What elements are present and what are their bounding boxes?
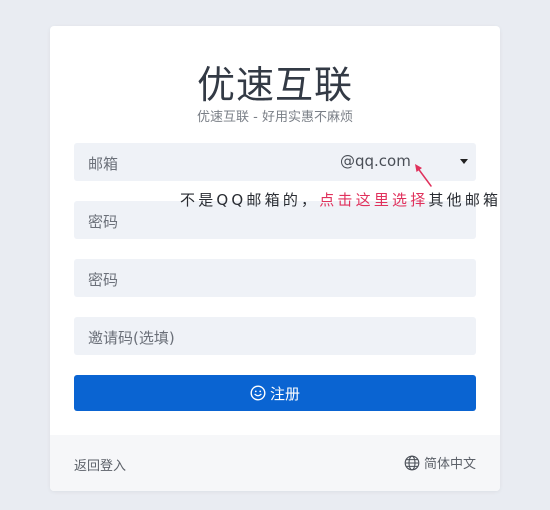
invite-code-placeholder: 邀请码(选填) (88, 329, 175, 347)
invite-code-field[interactable]: 邀请码(选填) (74, 317, 476, 355)
globe-icon (404, 455, 420, 471)
email-suffix-select[interactable]: @qq.com (340, 152, 411, 170)
language-label: 简体中文 (423, 457, 476, 472)
card-footer: 返回登入 简体中文 (50, 435, 500, 491)
register-button[interactable]: 注册 (74, 375, 476, 411)
choose-other-email-link[interactable]: 点击这里选择 (319, 191, 428, 209)
back-to-login-link[interactable]: 返回登入 (74, 455, 126, 474)
password-placeholder: 密码 (88, 213, 119, 231)
confirm-password-field[interactable]: 密码 (74, 259, 476, 297)
hint-arrow-icon (415, 164, 432, 187)
hint-text-start: 不是QQ邮箱的， (180, 191, 320, 209)
email-placeholder: 邮箱 (88, 155, 119, 173)
register-card: 优速互联 优速互联 - 好用实惠不麻烦 邮箱 @qq.com 密码 密码 邀请码… (50, 26, 500, 491)
page-title: 优速互联 (196, 63, 353, 107)
hint-text-end: 其他邮箱 (428, 191, 502, 209)
page-subtitle: 优速互联 - 好用实惠不麻烦 (197, 110, 353, 125)
confirm-password-placeholder: 密码 (88, 271, 119, 289)
register-button-label: 注册 (269, 384, 300, 403)
language-switcher[interactable]: 简体中文 (404, 453, 476, 472)
caret-down-icon[interactable] (460, 159, 468, 164)
smile-icon (250, 385, 266, 401)
other-email-hint: 不是QQ邮箱的，点击这里选择其他邮箱 (180, 189, 501, 210)
